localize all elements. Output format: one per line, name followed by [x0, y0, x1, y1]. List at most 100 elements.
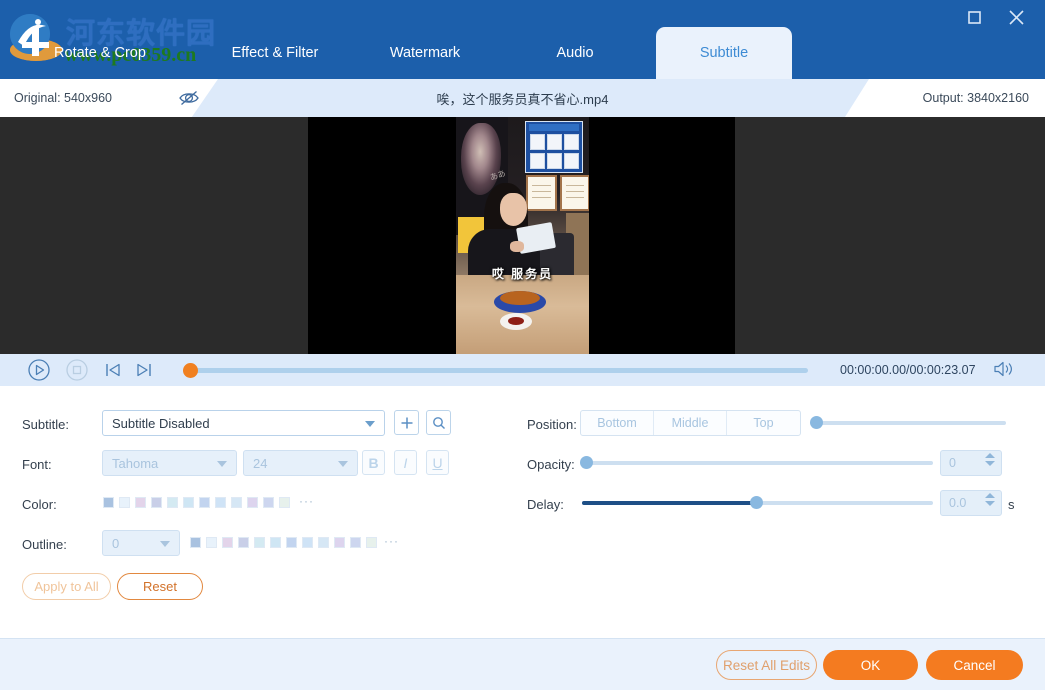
- color-swatch-7[interactable]: [215, 497, 226, 508]
- chevron-down-icon: [338, 461, 348, 467]
- stepper-up-icon[interactable]: [985, 453, 995, 458]
- stepper-down-icon[interactable]: [985, 461, 995, 466]
- font-family-select[interactable]: Tahoma: [102, 450, 237, 476]
- opacity-stepper-arrows[interactable]: [985, 453, 995, 466]
- wall-certificate-right: [560, 175, 589, 211]
- volume-icon[interactable]: [993, 360, 1015, 380]
- add-subtitle-button[interactable]: [394, 410, 419, 435]
- outline-swatch-5[interactable]: [270, 537, 281, 548]
- color-swatch-2[interactable]: [135, 497, 146, 508]
- outline-swatch-0[interactable]: [190, 537, 201, 548]
- color-swatch-4[interactable]: [167, 497, 178, 508]
- outline-swatch-3[interactable]: [238, 537, 249, 548]
- delay-stepper[interactable]: 0.0: [940, 490, 1002, 516]
- original-resolution-text: Original: 540x960: [14, 91, 112, 105]
- color-swatch-9[interactable]: [247, 497, 258, 508]
- tab-subtitle[interactable]: Subtitle: [656, 27, 792, 79]
- font-family-value: Tahoma: [112, 456, 158, 471]
- position-option-middle[interactable]: Middle: [654, 411, 727, 435]
- outline-width-value: 0: [112, 536, 119, 551]
- position-slider-handle[interactable]: [810, 416, 823, 429]
- sauce: [508, 317, 524, 325]
- color-swatch-10[interactable]: [263, 497, 274, 508]
- italic-button[interactable]: I: [394, 450, 417, 475]
- color-swatch-3[interactable]: [151, 497, 162, 508]
- stop-icon[interactable]: [65, 358, 89, 382]
- color-swatch-11[interactable]: [279, 497, 290, 508]
- position-option-bottom[interactable]: Bottom: [581, 411, 654, 435]
- color-swatch-5[interactable]: [183, 497, 194, 508]
- outline-swatch-9[interactable]: [334, 537, 345, 548]
- color-swatch-8[interactable]: [231, 497, 242, 508]
- color-more-button[interactable]: ···: [299, 494, 314, 508]
- video-preview-area[interactable]: ああ: [0, 117, 1045, 354]
- tab-audio[interactable]: Audio: [500, 27, 650, 79]
- delay-label: Delay:: [527, 497, 564, 512]
- time-display: 00:00:00.00/00:00:23.07: [840, 363, 976, 377]
- font-size-select[interactable]: 24: [243, 450, 358, 476]
- output-resolution-text: Output: 3840x2160: [923, 91, 1029, 105]
- subtitle-settings-panel: Subtitle: Subtitle Disabled Font: Tahoma…: [0, 386, 1045, 638]
- font-size-value: 24: [253, 456, 267, 471]
- opacity-stepper[interactable]: 0: [940, 450, 1002, 476]
- position-segmented-control: Bottom Middle Top: [580, 410, 801, 436]
- bold-button[interactable]: B: [362, 450, 385, 475]
- position-slider-track[interactable]: [812, 421, 1006, 425]
- delay-stepper-arrows[interactable]: [985, 493, 995, 506]
- opacity-slider-track[interactable]: [582, 461, 933, 465]
- output-resolution-chip: Output: 3840x2160: [845, 79, 1045, 117]
- video-editor-window: 河东软件园 www.pc0359.cn Rotate & Crop Effect…: [0, 0, 1045, 690]
- apply-to-all-button[interactable]: Apply to All: [22, 573, 111, 600]
- media-info-bar: Original: 540x960 唉，这个服务员真不省心.mp4 Output…: [0, 79, 1045, 117]
- outline-width-select[interactable]: 0: [102, 530, 180, 556]
- color-swatch-0[interactable]: [103, 497, 114, 508]
- reset-all-edits-button[interactable]: Reset All Edits: [716, 650, 817, 680]
- delay-slider-handle[interactable]: [750, 496, 763, 509]
- tab-watermark[interactable]: Watermark: [350, 27, 500, 79]
- color-swatch-1[interactable]: [119, 497, 130, 508]
- dialog-footer: Reset All Edits OK Cancel: [0, 638, 1045, 690]
- tab-bar: Rotate & Crop Effect & Filter Watermark …: [0, 27, 1045, 79]
- seek-slider-track[interactable]: [190, 368, 808, 373]
- person-face: [500, 193, 527, 226]
- position-option-top[interactable]: Top: [727, 411, 800, 435]
- chevron-down-icon: [217, 461, 227, 467]
- outline-swatch-10[interactable]: [350, 537, 361, 548]
- playback-controls-bar: 00:00:00.00/00:00:23.07: [0, 354, 1045, 386]
- menu-poster: [525, 121, 583, 173]
- underline-button[interactable]: U: [426, 450, 449, 475]
- outline-swatch-2[interactable]: [222, 537, 233, 548]
- tab-rotate-crop[interactable]: Rotate & Crop: [0, 27, 200, 79]
- play-icon[interactable]: [27, 358, 51, 382]
- outline-swatch-11[interactable]: [366, 537, 377, 548]
- font-label: Font:: [22, 457, 52, 472]
- outline-swatch-7[interactable]: [302, 537, 313, 548]
- cancel-button[interactable]: Cancel: [926, 650, 1023, 680]
- position-label: Position:: [527, 417, 577, 432]
- next-frame-icon[interactable]: [132, 358, 156, 382]
- subtitle-overlay-text: 哎 服务员: [456, 265, 589, 282]
- seek-slider-handle[interactable]: [183, 363, 198, 378]
- subtitle-select-value: Subtitle Disabled: [112, 416, 210, 431]
- outline-more-button[interactable]: ···: [384, 534, 399, 548]
- tab-effect-filter[interactable]: Effect & Filter: [200, 27, 350, 79]
- color-swatch-6[interactable]: [199, 497, 210, 508]
- subtitle-label: Subtitle:: [22, 417, 69, 432]
- color-label: Color:: [22, 497, 57, 512]
- outline-swatch-6[interactable]: [286, 537, 297, 548]
- outline-swatch-8[interactable]: [318, 537, 329, 548]
- opacity-slider-handle[interactable]: [580, 456, 593, 469]
- outline-swatch-4[interactable]: [254, 537, 265, 548]
- subtitle-select[interactable]: Subtitle Disabled: [102, 410, 385, 436]
- eye-slash-icon[interactable]: [176, 87, 202, 109]
- ok-button[interactable]: OK: [823, 650, 918, 680]
- search-subtitle-button[interactable]: [426, 410, 451, 435]
- previous-frame-icon[interactable]: [101, 358, 125, 382]
- opacity-label: Opacity:: [527, 457, 575, 472]
- stepper-up-icon[interactable]: [985, 493, 995, 498]
- reset-button[interactable]: Reset: [117, 573, 203, 600]
- title-bar: 河东软件园 www.pc0359.cn Rotate & Crop Effect…: [0, 0, 1045, 79]
- fried-food: [500, 291, 540, 305]
- outline-swatch-1[interactable]: [206, 537, 217, 548]
- stepper-down-icon[interactable]: [985, 501, 995, 506]
